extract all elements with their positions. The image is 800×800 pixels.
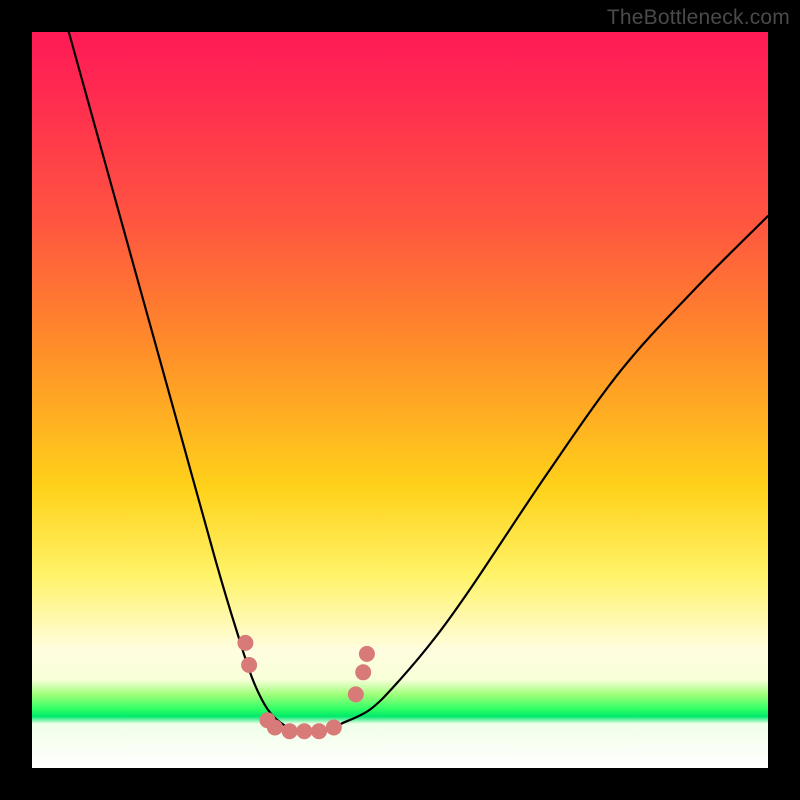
data-marker	[267, 720, 283, 736]
data-marker	[237, 635, 253, 651]
data-marker	[241, 657, 257, 673]
chart-frame: TheBottleneck.com	[0, 0, 800, 800]
marker-group	[237, 635, 375, 739]
data-marker	[311, 723, 327, 739]
bottleneck-curve-svg	[32, 32, 768, 768]
watermark-text: TheBottleneck.com	[607, 6, 790, 30]
data-marker	[296, 723, 312, 739]
plot-area	[32, 32, 768, 768]
data-marker	[326, 720, 342, 736]
data-marker	[348, 686, 364, 702]
data-marker	[282, 723, 298, 739]
data-marker	[355, 664, 371, 680]
bottleneck-curve-path	[69, 32, 768, 732]
data-marker	[359, 646, 375, 662]
